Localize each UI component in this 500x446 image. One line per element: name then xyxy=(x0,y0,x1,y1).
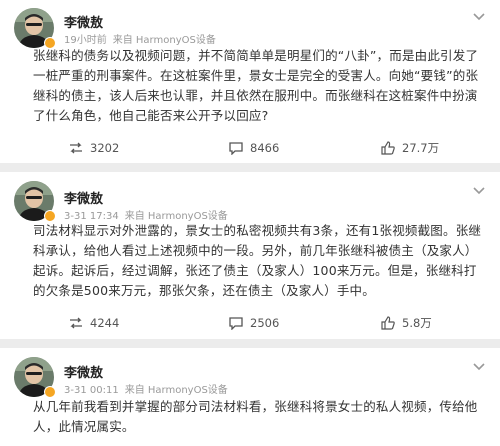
author-name[interactable]: 李微敖 xyxy=(64,188,103,207)
post-meta: 3-31 00:11 来自 HarmonyOS设备 xyxy=(64,381,234,396)
repost-icon xyxy=(70,317,82,329)
post-source: 来自 HarmonyOS设备 xyxy=(124,385,228,396)
post-meta: 19小时前 来自 HarmonyOS设备 xyxy=(64,31,222,46)
repost-count: 4244 xyxy=(90,316,120,330)
post-text: 从几年前我看到并掌握的部分司法材料看，张继科将景女士的私人视频，传给他人，此情况… xyxy=(33,399,478,434)
chevron-down-icon[interactable] xyxy=(472,362,486,372)
repost-button[interactable]: 3202 xyxy=(68,138,119,158)
comment-button[interactable]: 8466 xyxy=(228,138,279,158)
like-icon xyxy=(381,141,395,155)
post-actions: 4244 2506 5.8万 xyxy=(0,313,500,333)
post-actions: 3202 8466 27.7万 xyxy=(0,138,500,158)
like-button[interactable]: 5.8万 xyxy=(380,313,432,333)
like-button[interactable]: 27.7万 xyxy=(380,138,439,158)
post-source: 来自 HarmonyOS设备 xyxy=(112,35,216,46)
repost-button[interactable]: 4244 xyxy=(68,313,119,333)
post-card: 李微敖 3-31 00:11 来自 HarmonyOS设备 从几年前我看到并掌握的… xyxy=(0,348,500,446)
post-meta: 3-31 17:34 来自 HarmonyOS设备 xyxy=(64,207,234,222)
post-text: 张继科的债务以及视频问题，并不简简单单是明星们的“八卦”，而是由此引发了一桩严重… xyxy=(33,48,479,123)
post-time: 19小时前 xyxy=(64,35,107,46)
like-icon xyxy=(381,316,395,330)
comment-icon xyxy=(229,317,243,330)
post-time: 3-31 00:11 xyxy=(64,385,119,396)
post-text: 司法材料显示对外泄露的，景女士的私密视频共有3条，还有1张视频截图。张继科承认，… xyxy=(33,223,482,298)
chevron-down-icon[interactable] xyxy=(472,186,486,196)
comment-count: 2506 xyxy=(250,316,280,330)
post-card: 李微敖 3-31 17:34 来自 HarmonyOS设备 司法材料显示对外泄露的… xyxy=(0,172,500,339)
like-count: 5.8万 xyxy=(402,316,432,330)
post-card: 李微敖 19小时前 来自 HarmonyOS设备 张继科的债务以及视频问题，并不简… xyxy=(0,0,500,163)
weibo-feed: 李微敖 19小时前 来自 HarmonyOS设备 张继科的债务以及视频问题，并不简… xyxy=(0,0,500,446)
repost-icon xyxy=(70,142,82,154)
author-name[interactable]: 李微敖 xyxy=(64,362,103,381)
like-count: 27.7万 xyxy=(402,141,440,155)
comment-count: 8466 xyxy=(250,141,280,155)
repost-count: 3202 xyxy=(90,141,120,155)
author-name[interactable]: 李微敖 xyxy=(64,12,103,31)
comment-button[interactable]: 2506 xyxy=(228,313,279,333)
chevron-down-icon[interactable] xyxy=(472,12,486,22)
comment-icon xyxy=(229,142,243,155)
